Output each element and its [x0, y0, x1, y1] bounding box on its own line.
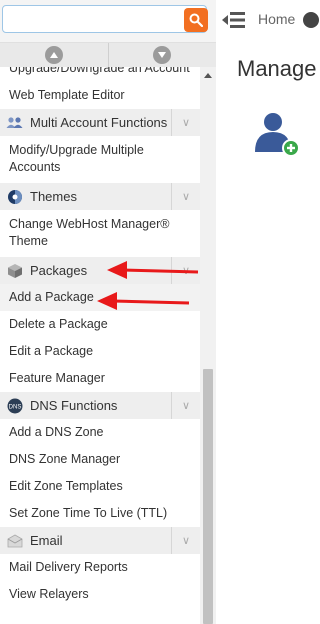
sidebar-scrollbar[interactable]: [200, 67, 216, 624]
sidebar-item-label: Edit a Package: [9, 344, 94, 358]
search-input[interactable]: [2, 5, 207, 33]
svg-text:DNS: DNS: [9, 404, 22, 410]
sidebar-item-label: Add a DNS Zone: [9, 425, 104, 439]
category-label: Multi Account Functions: [30, 115, 168, 130]
sidebar-item-delete-package[interactable]: Delete a Package: [0, 311, 200, 338]
annotation-arrow-packages: [107, 261, 199, 279]
annotation-arrow-add-package: [97, 292, 190, 310]
sidebar-item-label: Add a Package: [9, 290, 94, 304]
sidebar-item-web-template-editor[interactable]: Web Template Editor: [0, 82, 200, 109]
sidebar-item-label: View Relayers: [9, 587, 89, 601]
sidebar-item-view-relayers[interactable]: View Relayers: [0, 581, 200, 608]
sidebar-item-label: Set Zone Time To Live (TTL): [9, 506, 168, 520]
sidebar-item-label: Edit Zone Templates: [9, 479, 123, 493]
sidebar-item-feature-manager[interactable]: Feature Manager: [0, 365, 200, 392]
theme-icon: [0, 183, 30, 210]
search-button[interactable]: [184, 8, 208, 32]
page-title: Manage: [237, 56, 317, 81]
sidebar-item-label: Change WebHost Manager® Theme: [9, 217, 170, 248]
home-link[interactable]: Home: [258, 11, 295, 27]
email-icon: [0, 527, 30, 554]
divider: [108, 43, 109, 67]
chevron-up-icon: [50, 52, 58, 58]
chevron-down-icon[interactable]: ∨: [171, 183, 200, 210]
scrollbar-thumb[interactable]: [203, 369, 213, 624]
sidebar-item-label: Upgrade/Downgrade an Account: [9, 67, 190, 75]
sidebar-item-edit-zone-templates[interactable]: Edit Zone Templates: [0, 473, 200, 500]
sidebar-item-modify-upgrade-multiple[interactable]: Modify/Upgrade Multiple Accounts: [0, 136, 200, 183]
sidebar-item-dns-zone-manager[interactable]: DNS Zone Manager: [0, 446, 200, 473]
chevron-down-icon: [158, 52, 166, 58]
category-label: Email: [30, 533, 63, 548]
category-themes[interactable]: Themes ∨: [0, 183, 200, 210]
sidebar-item-label: Feature Manager: [9, 371, 105, 385]
package-icon: [0, 257, 30, 284]
sidebar-item-upgrade-downgrade[interactable]: Upgrade/Downgrade an Account: [0, 67, 200, 82]
sidebar-item-add-dns-zone[interactable]: Add a DNS Zone: [0, 419, 200, 446]
sidebar-item-set-zone-ttl[interactable]: Set Zone Time To Live (TTL): [0, 500, 200, 527]
scroll-down-button[interactable]: [153, 46, 171, 64]
sidebar-item-edit-package[interactable]: Edit a Package: [0, 338, 200, 365]
sidebar-item-label: DNS Zone Manager: [9, 452, 121, 466]
sidebar: Upgrade/Downgrade an Account Web Templat…: [0, 67, 200, 624]
sidebar-item-label: Delete a Package: [9, 317, 108, 331]
category-label: Themes: [30, 189, 77, 204]
search-icon: [189, 13, 203, 27]
add-user-icon[interactable]: [253, 110, 301, 158]
category-dns-functions[interactable]: DNS DNS Functions ∨: [0, 392, 200, 419]
chevron-down-icon[interactable]: ∨: [171, 109, 200, 136]
collapse-menu-icon[interactable]: [222, 9, 246, 31]
category-label: DNS Functions: [30, 398, 118, 413]
sidebar-item-label: Modify/Upgrade Multiple Accounts: [9, 143, 144, 174]
account-avatar[interactable]: [303, 12, 319, 28]
search-area: [0, 0, 216, 43]
sidebar-scroll-controls: [0, 43, 216, 68]
scroll-arrow-icon[interactable]: [204, 73, 212, 78]
sidebar-item-label: Mail Delivery Reports: [9, 560, 128, 574]
sidebar-item-change-theme[interactable]: Change WebHost Manager® Theme: [0, 210, 200, 257]
scroll-up-button[interactable]: [45, 46, 63, 64]
category-email[interactable]: Email ∨: [0, 527, 200, 554]
chevron-down-icon[interactable]: ∨: [171, 527, 200, 554]
dns-icon: DNS: [0, 392, 30, 419]
sidebar-item-mail-delivery-reports[interactable]: Mail Delivery Reports: [0, 554, 200, 581]
chevron-down-icon[interactable]: ∨: [171, 392, 200, 419]
users-icon: [0, 109, 30, 136]
sidebar-item-label: Web Template Editor: [9, 88, 125, 102]
category-multi-account-functions[interactable]: Multi Account Functions ∨: [0, 109, 200, 136]
